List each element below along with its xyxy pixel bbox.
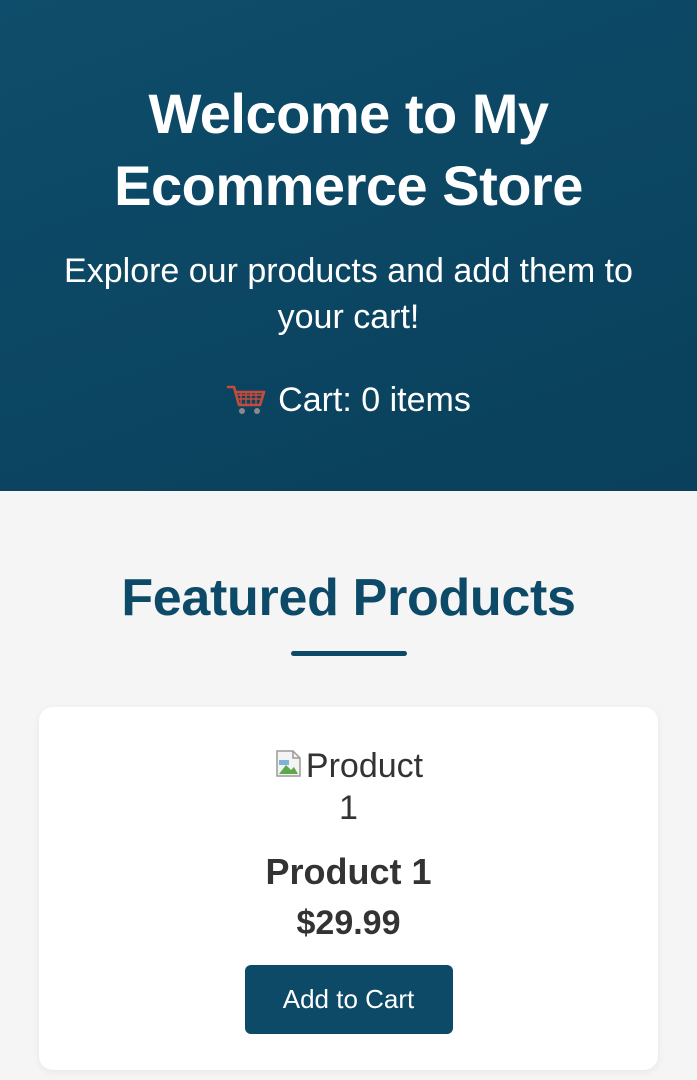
- shopping-cart-icon: [226, 385, 266, 414]
- product-name: Product 1: [265, 851, 432, 892]
- featured-products-section: Featured Products: [0, 491, 697, 656]
- hero-subtitle: Explore our products and add them to you…: [64, 252, 633, 336]
- add-to-cart-button[interactable]: Add to Cart: [244, 965, 453, 1034]
- cart-status[interactable]: Cart: 0 items: [226, 380, 471, 420]
- cart-count-text: Cart: 0 items: [278, 381, 471, 419]
- product-image: Product 1: [264, 745, 434, 829]
- heading-underline: [290, 651, 407, 656]
- product-image-alt: Product 1: [305, 747, 424, 827]
- broken-image-icon: [276, 750, 301, 777]
- section-heading: Featured Products: [121, 569, 576, 627]
- hero-header: Welcome to My Ecommerce Store Explore ou…: [0, 0, 697, 491]
- product-card: Product 1 Product 1 $29.99 Add to Cart: [39, 707, 658, 1070]
- product-price: $29.99: [296, 904, 401, 942]
- page-title: Welcome to My Ecommerce Store: [114, 82, 583, 217]
